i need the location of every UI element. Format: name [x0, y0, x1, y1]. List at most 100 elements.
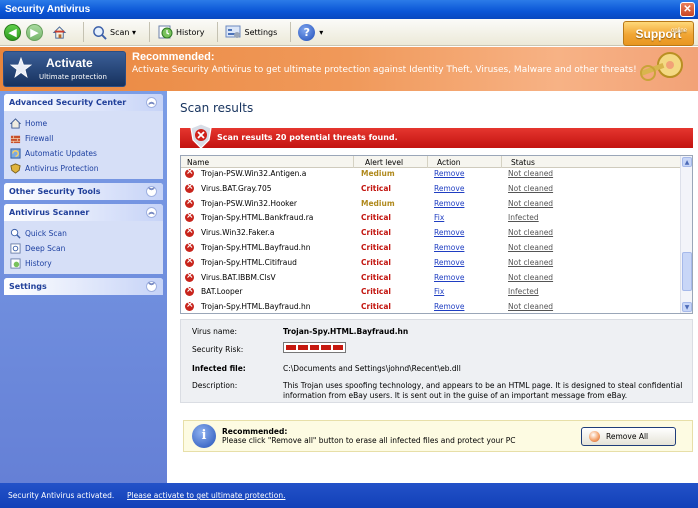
recommendation-text: Please click "Remove all" button to eras…: [222, 436, 516, 445]
threat-icon: [185, 285, 194, 297]
shield-icon: [10, 163, 21, 174]
threat-name: Trojan-PSW.Win32.Hooker: [201, 198, 297, 208]
action-link[interactable]: Fix: [434, 287, 444, 296]
action-link[interactable]: Remove: [434, 184, 464, 193]
table-row[interactable]: Virus.Win32.Faker.a Critical Remove Not cle…: [181, 226, 681, 241]
table-row[interactable]: Virus.BAT.Gray.705 Critical Remove Not clea…: [181, 182, 681, 197]
settings-button[interactable]: Settings: [222, 21, 280, 43]
alert-level: Medium: [361, 169, 395, 178]
status-text: Security Antivirus activated.: [8, 491, 115, 500]
alert-level: Critical: [361, 287, 392, 297]
home-button[interactable]: [48, 21, 73, 43]
table-scrollbar[interactable]: ▲ ▼: [680, 156, 692, 313]
status-value: Not cleaned: [508, 228, 554, 238]
column-header-status[interactable]: Status: [511, 158, 535, 167]
collapse-icon[interactable]: ︽: [146, 97, 157, 108]
action-link[interactable]: Remove: [434, 169, 464, 178]
forward-button[interactable]: ▶: [26, 23, 43, 41]
threat-name: Virus.BAT.Gray.705: [201, 183, 272, 193]
back-button[interactable]: ◀: [4, 23, 21, 41]
help-button[interactable]: ? ▾: [295, 21, 326, 43]
activate-button[interactable]: Activate Ultimate protection: [3, 51, 126, 87]
info-icon: i: [192, 424, 216, 448]
scroll-up-arrow[interactable]: ▲: [682, 157, 692, 167]
threat-icon: [185, 197, 194, 208]
home-icon: [10, 118, 21, 129]
history-button[interactable]: History: [154, 21, 207, 43]
toolbar: ◀ ▶ Scan ▾ History Settings ? ▾: [0, 19, 698, 46]
threat-name: Trojan-PSW.Win32.Antigen.a: [201, 169, 307, 178]
action-link[interactable]: Remove: [434, 199, 464, 208]
remove-all-button[interactable]: Remove All: [581, 427, 676, 446]
sidebar-item-automatic-updates[interactable]: Automatic Updates: [10, 146, 157, 161]
banner-recommended-title: Recommended:: [132, 51, 215, 63]
status-value: Not cleaned: [508, 302, 554, 312]
table-row[interactable]: Virus.BAT.IBBM.ClsV Critical Remove Not cle…: [181, 271, 681, 286]
threat-icon: [185, 226, 194, 238]
scroll-thumb[interactable]: [682, 252, 692, 291]
alert-level: Medium: [361, 198, 395, 208]
scan-menu-button[interactable]: Scan ▾: [88, 21, 139, 43]
infected-file-label: Infected file:: [192, 364, 246, 373]
table-body: Trojan-PSW.Win32.Antigen.a Medium Remove No…: [181, 167, 681, 313]
panel-antivirus-scanner: Antivirus Scanner ︽ Quick Scan Deep Scan…: [4, 204, 163, 274]
description-line-2: information from eBay users. It is sent …: [283, 391, 628, 400]
history-icon: [157, 24, 173, 40]
table-row[interactable]: Trojan-Spy.HTML.Bankfraud.ra Critical Fix I…: [181, 211, 681, 226]
collapse-icon[interactable]: ︽: [146, 207, 157, 218]
alert-level: Critical: [361, 302, 392, 312]
panel-title: Antivirus Scanner: [9, 208, 90, 217]
alert-text: Scan results 20 potential threats found.: [217, 133, 398, 142]
panel-title: Other Security Tools: [9, 187, 101, 196]
expand-icon[interactable]: ︾: [146, 186, 157, 197]
sidebar-item-antivirus-protection[interactable]: Antivirus Protection: [10, 161, 157, 176]
scan-label: Scan ▾: [110, 27, 137, 37]
sidebar-item-home[interactable]: Home: [10, 116, 157, 131]
table-row[interactable]: Trojan-PSW.Win32.Hooker Medium Remove Not c…: [181, 197, 681, 212]
panel-header-antivirus-scanner[interactable]: Antivirus Scanner ︽: [4, 204, 163, 221]
risk-segment: [333, 345, 343, 350]
security-risk-label: Security Risk:: [192, 345, 244, 354]
panel-header-other-security-tools[interactable]: Other Security Tools ︾: [4, 183, 163, 200]
deep-scan-icon: [10, 243, 21, 254]
activate-link[interactable]: Please activate to get ultimate protecti…: [127, 491, 285, 500]
expand-icon[interactable]: ︾: [146, 281, 157, 292]
close-button[interactable]: ✕: [680, 2, 695, 17]
column-header-alert-level[interactable]: Alert level: [365, 158, 403, 167]
star-icon: [10, 57, 32, 79]
risk-segment: [321, 345, 332, 350]
alert-level: Critical: [361, 228, 392, 238]
table-row[interactable]: BAT.Looper Critical Fix Infected: [181, 285, 681, 300]
panel-header-advanced-security-center[interactable]: Advanced Security Center ︽: [4, 94, 163, 111]
support-button[interactable]: online Support: [623, 21, 694, 46]
threat-name: Trojan-Spy.HTML.Citifraud: [201, 257, 297, 267]
table-row[interactable]: Trojan-Spy.HTML.Bayfraud.hn Critical Remov…: [181, 241, 681, 256]
alert-level: Critical: [361, 272, 392, 282]
action-link[interactable]: Remove: [434, 228, 464, 237]
update-icon: [10, 148, 21, 159]
table-row[interactable]: Trojan-Spy.HTML.Bayfraud.hn Critical Remov…: [181, 300, 681, 313]
sidebar-item-quick-scan[interactable]: Quick Scan: [10, 226, 157, 241]
sidebar-item-label: History: [25, 259, 52, 268]
panel-title: Advanced Security Center: [9, 98, 127, 107]
action-link[interactable]: Remove: [434, 243, 464, 252]
sidebar-item-label: Deep Scan: [25, 244, 66, 253]
sidebar-item-firewall[interactable]: Firewall: [10, 131, 157, 146]
activate-title: Activate: [46, 56, 93, 70]
scroll-down-arrow[interactable]: ▼: [682, 302, 692, 312]
home-icon: [51, 24, 67, 40]
column-header-name[interactable]: Name: [187, 158, 209, 167]
action-link[interactable]: Remove: [434, 302, 464, 311]
action-link[interactable]: Remove: [434, 258, 464, 267]
activation-banner: Activate Ultimate protection Recommended…: [0, 47, 698, 91]
threat-icon: [185, 211, 194, 223]
security-risk-meter: [283, 342, 346, 353]
action-link[interactable]: Remove: [434, 273, 464, 282]
action-link[interactable]: Fix: [434, 213, 444, 222]
panel-header-settings[interactable]: Settings ︾: [4, 278, 163, 295]
column-header-action[interactable]: Action: [437, 158, 461, 167]
sidebar-item-history[interactable]: History: [10, 256, 157, 271]
table-row[interactable]: Trojan-PSW.Win32.Antigen.a Medium Remove No…: [181, 167, 681, 182]
sidebar-item-deep-scan[interactable]: Deep Scan: [10, 241, 157, 256]
table-row[interactable]: Trojan-Spy.HTML.Citifraud Critical Remove N…: [181, 256, 681, 271]
